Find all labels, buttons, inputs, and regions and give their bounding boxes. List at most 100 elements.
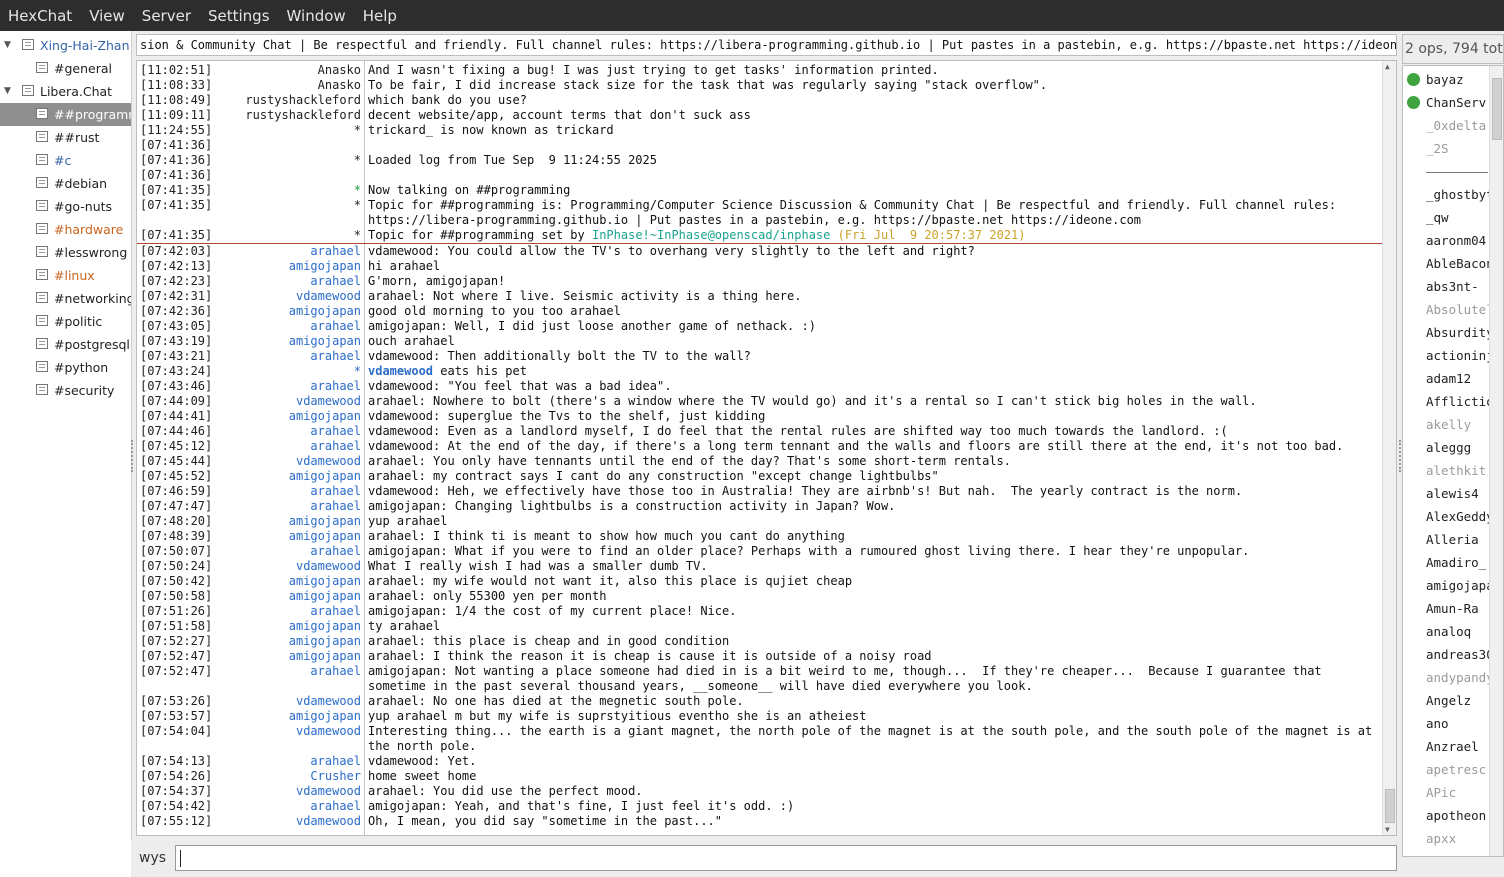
user-item[interactable]: apxx — [1403, 827, 1491, 850]
channel-item[interactable]: ##programming — [0, 103, 131, 126]
nick[interactable]: amigojapan — [137, 619, 361, 634]
channel-item[interactable]: #hardware — [0, 218, 131, 241]
user-item[interactable]: adam12 — [1403, 367, 1491, 390]
menu-window[interactable]: Window — [279, 7, 354, 25]
nick[interactable]: arahael — [137, 244, 361, 259]
user-list-scrollbar[interactable] — [1489, 66, 1503, 856]
user-item[interactable]: _0xdelta — [1403, 114, 1491, 137]
nick[interactable]: amigojapan — [137, 334, 361, 349]
nick[interactable]: arahael — [137, 799, 361, 814]
user-item[interactable]: Alleria — [1403, 528, 1491, 551]
menu-settings[interactable]: Settings — [200, 7, 278, 25]
channel-item[interactable]: ##rust — [0, 126, 131, 149]
user-item[interactable]: andypandy — [1403, 666, 1491, 689]
nick[interactable]: Crusher — [137, 769, 361, 784]
nick[interactable]: amigojapan — [137, 634, 361, 649]
user-list[interactable]: bayaz ChanServ _0xdelta _2S _ghostbyte _qwaar… — [1402, 65, 1504, 857]
scrollbar-thumb[interactable] — [1385, 789, 1395, 823]
menu-help[interactable]: Help — [355, 7, 405, 25]
user-item[interactable]: abs3nt- — [1403, 275, 1491, 298]
nick[interactable]: vdamewood — [137, 454, 361, 469]
user-item[interactable]: bayaz — [1403, 68, 1491, 91]
chat-scrollbar[interactable]: ▲ ▼ — [1382, 61, 1396, 835]
nick[interactable]: vdamewood — [137, 784, 361, 799]
user-item[interactable]: ChanServ — [1403, 91, 1491, 114]
user-item[interactable]: _ghostbyte — [1403, 183, 1491, 206]
network-item[interactable]: ▼ Xing-Hai-Zhan — [0, 34, 131, 57]
nick[interactable]: amigojapan — [137, 514, 361, 529]
user-item[interactable]: ano — [1403, 712, 1491, 735]
user-item[interactable]: apotheon — [1403, 804, 1491, 827]
chat-log[interactable]: [11:02:51] Anasko And I wasn't fixing a bu… — [136, 60, 1397, 836]
scroll-down-icon[interactable]: ▼ — [1385, 825, 1390, 834]
nick[interactable]: amigojapan — [137, 649, 361, 664]
nick[interactable]: arahael — [137, 754, 361, 769]
network-item[interactable]: ▼ Libera.Chat — [0, 80, 131, 103]
channel-item[interactable]: #linux — [0, 264, 131, 287]
user-item[interactable] — [1403, 160, 1491, 183]
nick-button[interactable]: wys — [139, 850, 166, 866]
user-item[interactable]: Affliction — [1403, 390, 1491, 413]
menu-server[interactable]: Server — [134, 7, 199, 25]
nick[interactable]: amigojapan — [137, 529, 361, 544]
user-item[interactable]: Anzrael — [1403, 735, 1491, 758]
user-item[interactable]: actioninja — [1403, 344, 1491, 367]
nick[interactable]: arahael — [137, 349, 361, 364]
user-item[interactable]: AlexGeddy — [1403, 505, 1491, 528]
nick[interactable]: arahael — [137, 664, 361, 679]
user-item[interactable]: alewis4 — [1403, 482, 1491, 505]
nick[interactable]: amigojapan — [137, 259, 361, 274]
nick[interactable]: arahael — [137, 499, 361, 514]
nick[interactable]: * — [137, 228, 361, 243]
nick[interactable]: * — [137, 123, 361, 138]
user-item[interactable]: akelly — [1403, 413, 1491, 436]
nick[interactable]: vdamewood — [137, 694, 361, 709]
user-item[interactable]: _qw — [1403, 206, 1491, 229]
nick[interactable]: vdamewood — [137, 724, 361, 739]
user-item[interactable]: Amun-Ra — [1403, 597, 1491, 620]
nick[interactable]: rustyshackleford — [137, 108, 361, 123]
channel-item[interactable]: #lesswrong — [0, 241, 131, 264]
nick[interactable]: amigojapan — [137, 589, 361, 604]
channel-item[interactable]: #general — [0, 57, 131, 80]
user-item[interactable]: apetresc — [1403, 758, 1491, 781]
nick[interactable]: arahael — [137, 484, 361, 499]
nick[interactable]: * — [137, 153, 361, 168]
nick[interactable]: vdamewood — [137, 289, 361, 304]
nick[interactable]: * — [137, 364, 361, 379]
nick[interactable]: * — [137, 183, 361, 198]
channel-item[interactable]: #security — [0, 379, 131, 402]
user-item[interactable]: aleggg — [1403, 436, 1491, 459]
nick[interactable]: arahael — [137, 544, 361, 559]
user-item[interactable]: amigojapan — [1403, 574, 1491, 597]
menu-hexchat[interactable]: HexChat — [0, 7, 80, 25]
nick[interactable]: arahael — [137, 604, 361, 619]
user-item[interactable]: AbleBacon — [1403, 252, 1491, 275]
channel-item[interactable]: #python — [0, 356, 131, 379]
message-input[interactable] — [175, 845, 1397, 871]
nick[interactable]: arahael — [137, 379, 361, 394]
menu-view[interactable]: View — [81, 7, 133, 25]
user-item[interactable]: aaronm04 — [1403, 229, 1491, 252]
pane-resize-grip[interactable] — [131, 440, 136, 472]
nick[interactable]: * — [137, 198, 361, 213]
channel-item[interactable]: #c — [0, 149, 131, 172]
nick[interactable]: amigojapan — [137, 709, 361, 724]
channel-item[interactable]: #postgresql — [0, 333, 131, 356]
nick[interactable]: Anasko — [137, 78, 361, 93]
nick[interactable]: vdamewood — [137, 559, 361, 574]
nick[interactable]: arahael — [137, 424, 361, 439]
channel-item[interactable]: #debian — [0, 172, 131, 195]
channel-item[interactable]: #go-nuts — [0, 195, 131, 218]
user-item[interactable]: Absurdity — [1403, 321, 1491, 344]
scrollbar-thumb[interactable] — [1492, 78, 1502, 140]
user-item[interactable]: Angelz — [1403, 689, 1491, 712]
user-item[interactable]: alethkit — [1403, 459, 1491, 482]
nick[interactable]: Anasko — [137, 63, 361, 78]
nick[interactable]: rustyshackleford — [137, 93, 361, 108]
nick[interactable]: arahael — [137, 274, 361, 289]
channel-item[interactable]: #politic — [0, 310, 131, 333]
user-item[interactable]: Amadiro_ — [1403, 551, 1491, 574]
nick[interactable]: vdamewood — [137, 814, 361, 829]
user-item[interactable]: andreas303 — [1403, 643, 1491, 666]
